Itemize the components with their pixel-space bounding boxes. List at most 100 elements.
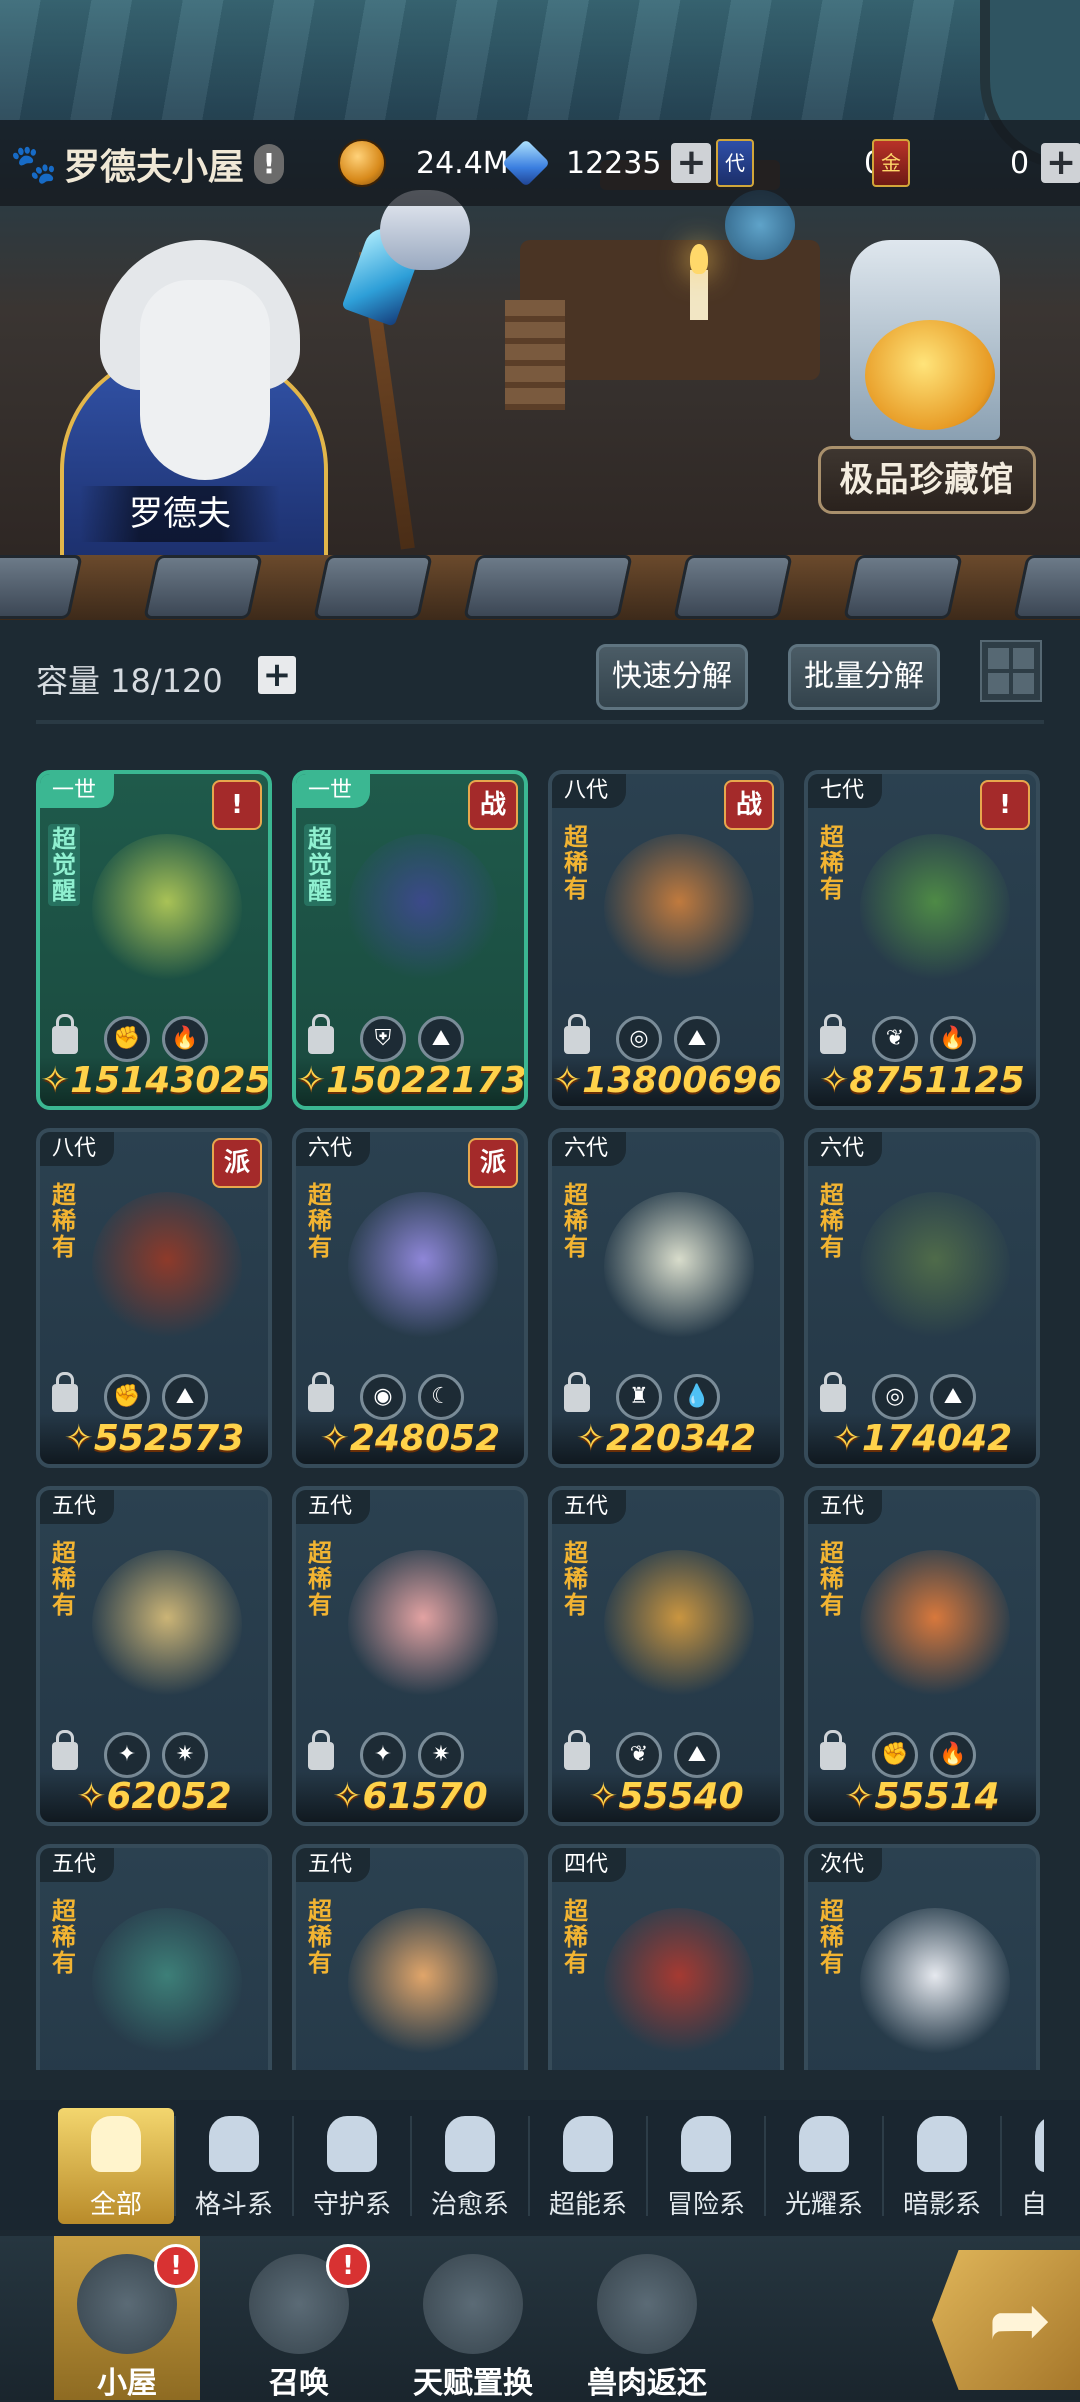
tab-separator [174, 2116, 176, 2216]
tab-label: 全部 [89, 2190, 142, 2220]
add-tickets-button[interactable]: + [1041, 143, 1080, 183]
monster-card[interactable]: 五代 超稀有 ✦ ✷ ✧62052 [36, 1486, 272, 1826]
monster-card[interactable]: 一世战超觉醒 ⛨ ⛰ ✧15022173 [292, 770, 528, 1110]
power-value: ✧15143025 [40, 1056, 268, 1106]
monster-card[interactable]: 五代 超稀有 [36, 1844, 272, 2070]
nav-label: 小屋 [97, 2366, 157, 2401]
nav-label: 天赋置换 [413, 2366, 533, 2401]
lock-icon[interactable] [52, 1730, 78, 1770]
gold-ticket-counter: 金 0 + [872, 139, 1080, 187]
team-badge: 战 [724, 780, 774, 830]
tab-separator [882, 2116, 884, 2216]
monster-portrait [92, 1908, 242, 2058]
divider [36, 720, 1044, 724]
rarity-label: 超稀有 [820, 823, 844, 903]
monster-portrait [348, 1192, 498, 1342]
team-badge: 战 [468, 780, 518, 830]
monster-card[interactable]: 五代 超稀有 [292, 1844, 528, 2070]
generation-label: 五代 [296, 1490, 371, 1524]
rarity-label: 超稀有 [308, 1181, 332, 1261]
npc-name-label: 罗德夫 [80, 486, 280, 542]
power-value: ✧55540 [552, 1772, 780, 1822]
tab-fist[interactable]: 格斗系 [176, 2108, 292, 2224]
tab-star[interactable]: 光耀系 [766, 2108, 882, 2224]
tab-separator [292, 2116, 294, 2216]
tab-separator [1000, 2116, 1002, 2216]
lock-icon[interactable] [308, 1014, 334, 1054]
monster-portrait [348, 834, 498, 984]
generation-label: 五代 [40, 1848, 115, 1882]
monster-portrait [604, 1550, 754, 1700]
monster-card[interactable]: 五代 超稀有 ✊ 🔥 ✧55514 [804, 1486, 1040, 1826]
monster-card[interactable]: 五代 超稀有 ❦ ⛰ ✧55540 [548, 1486, 784, 1826]
lock-icon[interactable] [820, 1372, 846, 1412]
capacity-label: 容量 18/120 [36, 662, 223, 700]
lock-icon[interactable] [308, 1372, 334, 1412]
lock-icon[interactable] [564, 1372, 590, 1412]
monster-card[interactable]: 七代! 超稀有 ❦ 🔥 ✧8751125 [804, 770, 1040, 1110]
nav-egg[interactable]: 召唤! [226, 2236, 372, 2401]
gold-cat-statue[interactable] [865, 320, 995, 430]
sprout-icon [445, 2116, 495, 2172]
eye-icon [917, 2116, 967, 2172]
nav-house[interactable]: 小屋! [54, 2236, 200, 2401]
rarity-label: 超稀有 [308, 1539, 332, 1619]
nav-meat[interactable]: 兽肉返还 [574, 2236, 720, 2401]
tab-label: 暗影系 [902, 2190, 981, 2220]
rarity-label: 超觉醒 [304, 824, 336, 906]
title-alert-icon[interactable]: ! [254, 144, 285, 184]
batch-decompose-button[interactable]: 批量分解 [788, 644, 940, 710]
monster-card[interactable]: 六代派超稀有 ◉ ☾ ✧248052 [292, 1128, 528, 1468]
all-icon [91, 2116, 141, 2172]
monster-card[interactable]: 六代 超稀有 ♜ 💧 ✧220342 [548, 1128, 784, 1468]
forward-arrow-icon: ➦ [988, 2275, 1052, 2364]
lock-icon[interactable] [52, 1372, 78, 1412]
power-value: ✧55514 [808, 1772, 1036, 1822]
quick-decompose-button[interactable]: 快速分解 [596, 644, 748, 710]
monster-portrait [92, 834, 242, 984]
gold-ticket-value: 0 [1010, 145, 1030, 181]
lock-icon[interactable] [564, 1730, 590, 1770]
lock-icon[interactable] [308, 1730, 334, 1770]
coin-value: 24.4M [416, 145, 509, 181]
tab-label: 冒险系 [666, 2190, 745, 2220]
lock-icon[interactable] [820, 1730, 846, 1770]
power-value: ✧8751125 [808, 1056, 1036, 1106]
tab-leaf[interactable]: 自然系 [1002, 2108, 1044, 2224]
monster-card[interactable]: 一世! 超觉醒 ✊ 🔥 ✧15143025 [36, 770, 272, 1110]
grid-view-icon[interactable] [980, 640, 1042, 702]
generation-label: 八代 [552, 774, 627, 808]
lock-icon[interactable] [564, 1014, 590, 1054]
generation-label: 一世 [296, 774, 371, 808]
monster-card[interactable]: 次代 超稀有 [804, 1844, 1040, 2070]
power-value: ✧552573 [40, 1414, 268, 1464]
tab-all[interactable]: 全部 [58, 2108, 174, 2224]
premium-vault-button[interactable]: 极品珍藏馆 [818, 446, 1036, 514]
power-value: ✧248052 [296, 1414, 524, 1464]
monster-portrait [92, 1192, 242, 1342]
monster-card[interactable]: 五代 超稀有 ✦ ✷ ✧61570 [292, 1486, 528, 1826]
add-gems-button[interactable]: + [671, 143, 712, 183]
tab-sprout[interactable]: 治愈系 [412, 2108, 528, 2224]
monster-portrait [860, 1908, 1010, 2058]
team-badge: 派 [212, 1138, 262, 1188]
generation-label: 五代 [552, 1490, 627, 1524]
nav-swap[interactable]: 天赋置换 [400, 2236, 546, 2401]
monster-card[interactable]: 六代 超稀有 ◎ ⛰ ✧174042 [804, 1128, 1040, 1468]
tab-label: 守护系 [312, 2190, 391, 2220]
monster-portrait [604, 1908, 754, 2058]
lock-icon[interactable] [52, 1014, 78, 1054]
monster-card[interactable]: 八代派超稀有 ✊ ⛰ ✧552573 [36, 1128, 272, 1468]
expand-capacity-button[interactable]: + [258, 656, 296, 694]
rarity-label: 超稀有 [564, 1897, 588, 1977]
lock-icon[interactable] [820, 1014, 846, 1054]
tab-eye[interactable]: 暗影系 [884, 2108, 1000, 2224]
monster-portrait [604, 834, 754, 984]
tab-psychic[interactable]: 超能系 [530, 2108, 646, 2224]
monster-card[interactable]: 四代 超稀有 [548, 1844, 784, 2070]
tab-tower[interactable]: 冒险系 [648, 2108, 764, 2224]
rarity-label: 超稀有 [52, 1539, 76, 1619]
monster-card[interactable]: 八代战超稀有 ◎ ⛰ ✧13800696 [548, 770, 784, 1110]
house-title: 🐾 罗德夫小屋 ! [10, 138, 285, 190]
tab-shield[interactable]: 守护系 [294, 2108, 410, 2224]
